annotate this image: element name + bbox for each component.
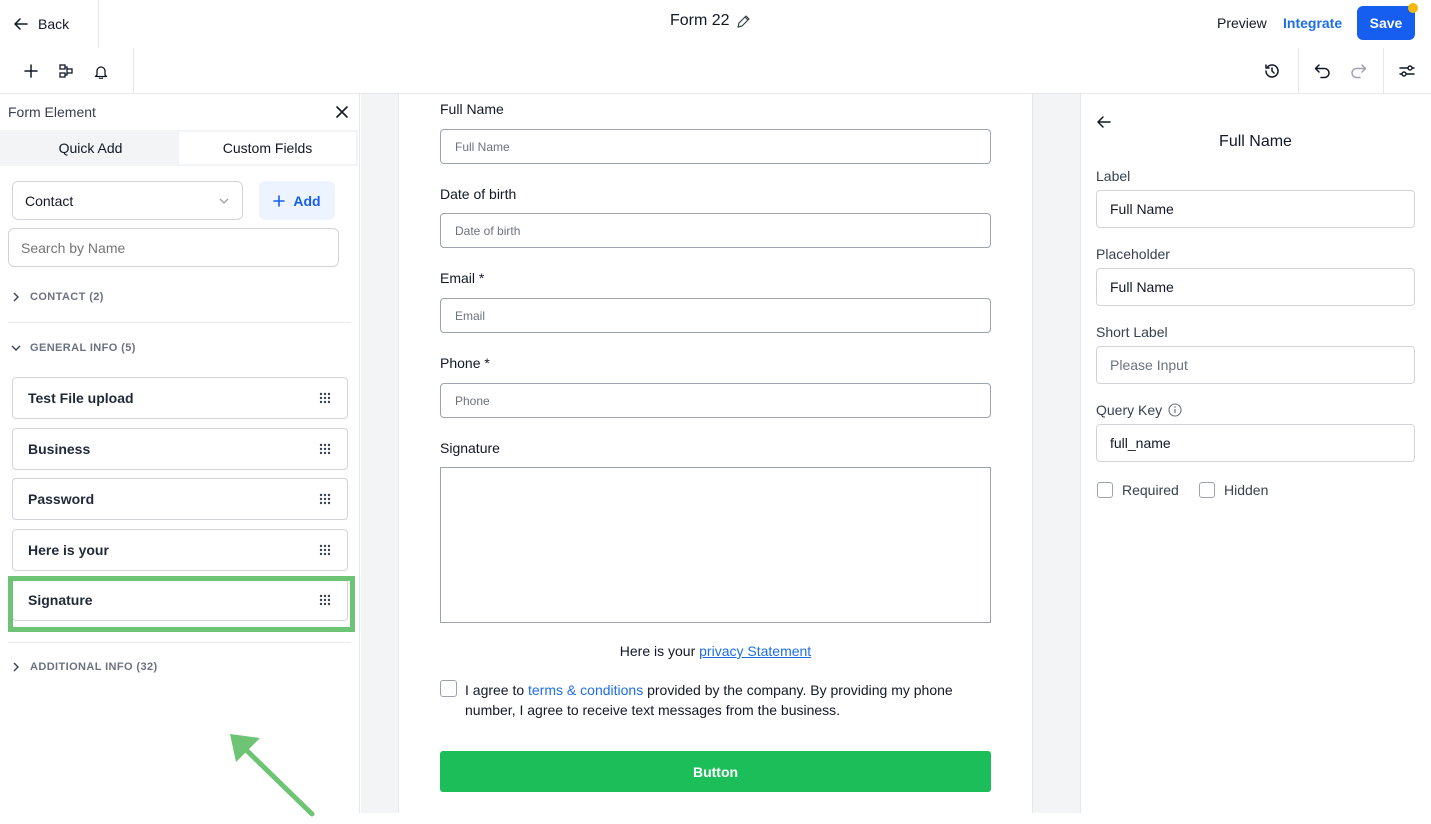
submit-button[interactable]: Button: [440, 751, 991, 792]
drag-handle-icon[interactable]: [319, 544, 331, 556]
divider: [8, 642, 351, 643]
query-key-label: Query Key: [1096, 402, 1163, 418]
label-title: Label: [1096, 168, 1131, 184]
tab-quick-add[interactable]: Quick Add: [2, 132, 179, 164]
notification-dot: [1408, 3, 1418, 13]
integrate-button[interactable]: Integrate: [1283, 15, 1342, 31]
terms-prefix: I agree to: [465, 682, 529, 698]
close-icon[interactable]: [334, 104, 350, 120]
bell-icon[interactable]: [91, 61, 111, 81]
search-input[interactable]: [8, 228, 339, 267]
privacy-statement: Here is your privacy Statement: [440, 643, 991, 659]
field-label: Phone *: [440, 355, 490, 371]
divider: [1298, 48, 1299, 94]
required-label: Required: [1122, 482, 1179, 498]
plus-icon[interactable]: [21, 61, 41, 81]
hidden-checkbox[interactable]: [1199, 482, 1215, 498]
back-button[interactable]: Back: [14, 12, 69, 36]
privacy-link[interactable]: privacy Statement: [699, 643, 811, 659]
drag-handle-icon[interactable]: [319, 443, 331, 455]
field-item[interactable]: Test File upload: [12, 377, 348, 419]
field-item-label: Business: [28, 441, 91, 457]
field-label: Signature: [440, 440, 500, 456]
required-checkbox[interactable]: [1097, 482, 1113, 498]
divider: [1383, 48, 1384, 94]
arrow-left-icon: [14, 18, 28, 30]
email-field[interactable]: Email: [440, 298, 991, 333]
preview-button[interactable]: Preview: [1217, 15, 1267, 31]
top-bar: Back Form 22 Preview Integrate Save: [0, 0, 1431, 48]
toolbar: [0, 48, 1431, 94]
field-label: Full Name: [440, 101, 504, 117]
add-field-button[interactable]: Add: [259, 181, 335, 220]
short-label-title: Short Label: [1096, 324, 1168, 340]
signature-pad[interactable]: [440, 467, 991, 623]
field-label: Date of birth: [440, 186, 517, 202]
settings-sliders-icon[interactable]: [1397, 61, 1417, 81]
field-item-label: Test File upload: [28, 390, 134, 406]
field-item-label: Password: [28, 491, 95, 507]
query-key-title: Query Key: [1096, 402, 1182, 418]
placeholder-title: Placeholder: [1096, 246, 1170, 262]
plus-icon: [273, 194, 286, 207]
redo-icon[interactable]: [1348, 61, 1368, 81]
field-label: Email *: [440, 270, 485, 286]
panel-tabs: Quick Add Custom Fields: [0, 130, 358, 166]
field-item[interactable]: Password: [12, 478, 348, 520]
back-label: Back: [38, 16, 70, 32]
section-label: CONTACT (2): [30, 291, 104, 303]
form-title[interactable]: Form 22: [670, 12, 751, 30]
info-icon[interactable]: [1168, 403, 1182, 417]
privacy-prefix: Here is your: [619, 643, 700, 659]
highlight-box: [8, 576, 355, 632]
history-icon[interactable]: [1262, 61, 1282, 81]
chevron-down-icon: [219, 198, 229, 204]
terms-link[interactable]: terms & conditions: [528, 682, 643, 698]
add-label: Add: [293, 192, 321, 209]
divider: [8, 322, 351, 323]
object-select-value: Contact: [25, 192, 74, 209]
section-general-info[interactable]: GENERAL INFO (5): [10, 342, 136, 354]
arrow-left-icon[interactable]: [1097, 115, 1111, 129]
full-name-field[interactable]: Full Name: [440, 129, 991, 164]
terms-text: I agree to terms & conditions provided b…: [465, 680, 995, 720]
form-element-panel: Form Element Quick Add Custom Fields Con…: [0, 94, 360, 817]
object-select[interactable]: Contact: [12, 181, 243, 220]
field-item-label: Here is your: [28, 542, 109, 558]
divider: [133, 48, 134, 94]
drag-handle-icon[interactable]: [319, 493, 331, 505]
section-contact[interactable]: CONTACT (2): [10, 291, 104, 303]
annotation-arrow-icon: [230, 734, 315, 817]
field-item[interactable]: Here is your: [12, 529, 348, 571]
short-label-input[interactable]: Please Input: [1096, 346, 1415, 384]
divider: [98, 0, 99, 48]
phone-field[interactable]: Phone: [440, 383, 991, 418]
undo-icon[interactable]: [1312, 61, 1332, 81]
chevron-right-icon: [13, 662, 19, 672]
form-title-text: Form 22: [670, 12, 730, 29]
label-input[interactable]: Full Name: [1096, 190, 1415, 228]
chevron-down-icon: [11, 345, 21, 351]
tab-custom-fields[interactable]: Custom Fields: [179, 132, 356, 164]
save-button[interactable]: Save: [1357, 6, 1415, 40]
pencil-icon[interactable]: [736, 14, 751, 29]
chevron-right-icon: [13, 292, 19, 302]
section-additional-info[interactable]: ADDITIONAL INFO (32): [10, 661, 158, 673]
terms-checkbox[interactable]: [440, 680, 457, 697]
section-label: GENERAL INFO (5): [30, 342, 136, 354]
query-key-input[interactable]: full_name: [1096, 424, 1415, 462]
placeholder-input[interactable]: Full Name: [1096, 268, 1415, 306]
drag-handle-icon[interactable]: [319, 392, 331, 404]
panel-title: Form Element: [8, 104, 96, 120]
field-item[interactable]: Business: [12, 428, 348, 470]
settings-title: Full Name: [1219, 133, 1292, 150]
section-label: ADDITIONAL INFO (32): [30, 661, 158, 673]
hidden-label: Hidden: [1224, 482, 1269, 498]
layout-icon[interactable]: [56, 61, 76, 81]
date-of-birth-field[interactable]: Date of birth: [440, 213, 991, 248]
